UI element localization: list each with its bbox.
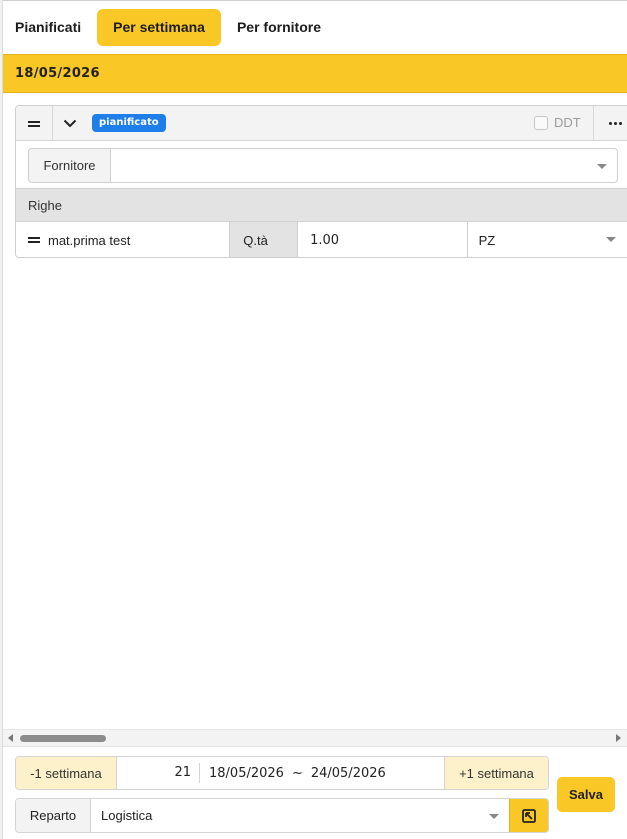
quantity-label: Q.tà [230, 222, 299, 257]
expand-button[interactable] [53, 106, 86, 141]
table-row: mat.prima test Q.tà 1.00 PZ [16, 222, 627, 257]
supplier-value[interactable] [111, 149, 617, 182]
open-department-button[interactable] [509, 799, 548, 832]
scroll-right-icon[interactable] [616, 734, 621, 742]
date-header-bar: 18/05/2026 [3, 54, 627, 93]
tab-per-fornitore[interactable]: Per fornitore [229, 9, 329, 46]
open-external-icon [522, 808, 536, 823]
unit-select[interactable]: PZ [468, 222, 627, 257]
prev-week-button[interactable]: -1 settimana [16, 757, 117, 789]
week-navigator: -1 settimana 21 18/05/2026 ~ 24/05/2026 … [15, 756, 549, 790]
save-button[interactable]: Salva [557, 777, 615, 812]
more-dot [613, 122, 617, 125]
footer-toolbar: -1 settimana 21 18/05/2026 ~ 24/05/2026 … [3, 746, 627, 839]
drag-handle-icon [28, 120, 40, 127]
ddt-checkbox[interactable]: DDT [534, 115, 581, 130]
range-start: 18/05/2026 [209, 765, 284, 781]
week-date-range: 18/05/2026 ~ 24/05/2026 [200, 766, 386, 781]
department-select[interactable]: Reparto Logistica [15, 798, 549, 833]
range-separator: ~ [291, 765, 303, 781]
quantity-input[interactable]: 1.00 [298, 222, 468, 257]
department-value: Logistica [101, 808, 153, 823]
rows-section-title: Righe [16, 188, 627, 222]
horizontal-scrollbar[interactable] [3, 729, 627, 746]
department-value-field[interactable]: Logistica [91, 799, 509, 832]
chevron-down-icon [489, 814, 499, 819]
ddt-label: DDT [554, 115, 581, 130]
unit-value: PZ [478, 232, 496, 248]
tab-pianificati[interactable]: Pianificati [7, 9, 89, 46]
next-week-button[interactable]: +1 settimana [444, 757, 548, 789]
status-badge: pianificato [92, 114, 166, 132]
department-label: Reparto [16, 799, 91, 832]
supplier-label: Fornitore [29, 149, 111, 182]
drag-handle-button[interactable] [16, 106, 53, 141]
tab-per-settimana[interactable]: Per settimana [97, 9, 221, 46]
week-range-display[interactable]: 21 18/05/2026 ~ 24/05/2026 [117, 757, 444, 789]
ddt-checkbox-box[interactable] [534, 115, 548, 130]
supplier-select[interactable]: Fornitore [28, 148, 618, 183]
more-options-button[interactable] [593, 106, 627, 141]
tab-bar: Pianificati Per settimana Per fornitore [3, 1, 627, 54]
week-number[interactable]: 21 [117, 763, 200, 783]
chevron-down-icon [597, 164, 607, 169]
left-edge-strip [0, 0, 3, 839]
drag-handle-icon[interactable] [28, 237, 40, 243]
row-name-cell[interactable]: mat.prima test [16, 222, 231, 257]
chevron-down-icon [63, 119, 76, 128]
scrollbar-thumb[interactable] [20, 735, 106, 742]
range-end: 24/05/2026 [310, 765, 386, 781]
date-header-text: 18/05/2026 [15, 66, 100, 81]
order-card-header: pianificato DDT [16, 106, 627, 141]
more-horizontal-icon [608, 122, 612, 125]
order-card: pianificato DDT Fornitore Righe mat.prim… [15, 105, 627, 258]
scroll-left-icon[interactable] [8, 734, 13, 742]
row-name: mat.prima test [48, 232, 131, 248]
more-dot [618, 122, 622, 125]
chevron-down-icon [605, 237, 616, 242]
